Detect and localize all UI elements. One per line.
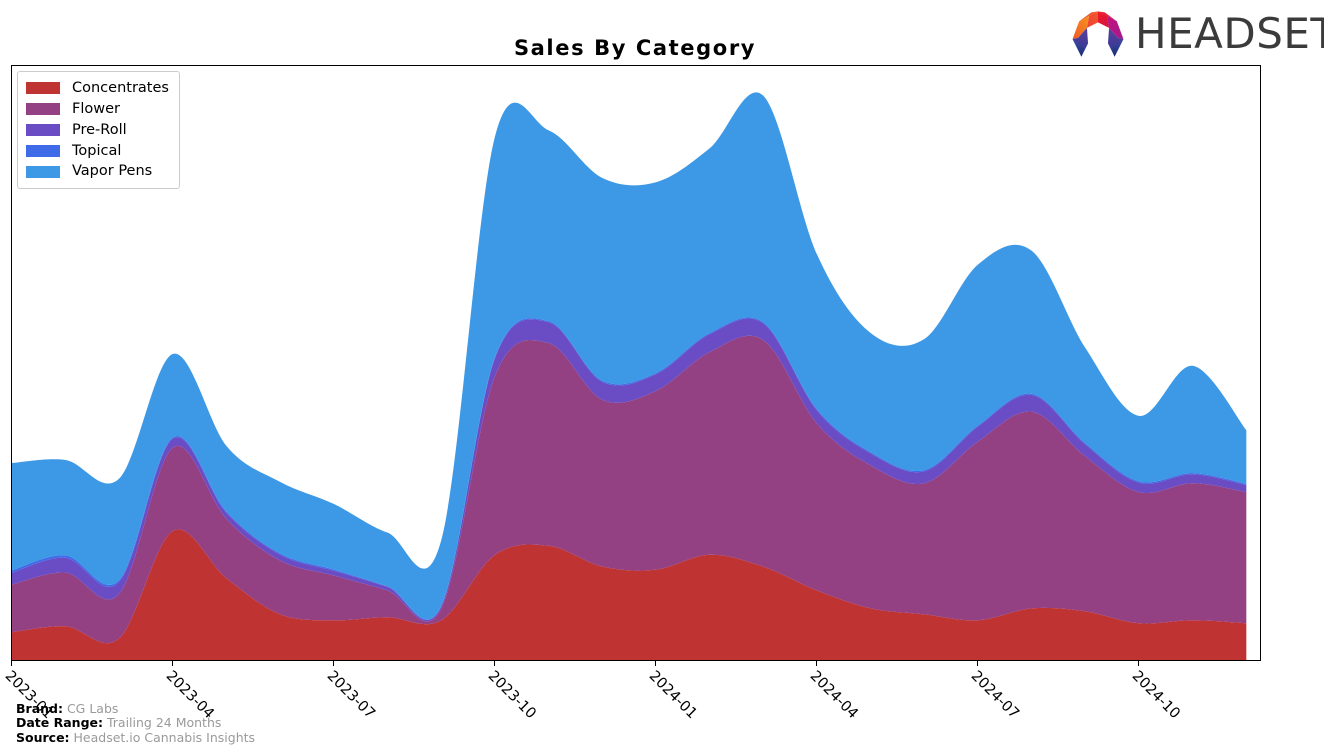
footer-key: Source: (16, 729, 70, 745)
x-axis-tick (494, 661, 495, 666)
footer-key: Date Range: (16, 715, 103, 731)
legend-item-label: Concentrates (72, 80, 169, 97)
chart-footer: Brand: CG Labs Date Range: Trailing 24 Mo… (16, 700, 256, 745)
x-axis-tick-label: 2023-07 (323, 668, 378, 723)
x-axis-tick (816, 661, 817, 666)
x-axis-tick (333, 661, 334, 666)
legend-item[interactable]: Topical (26, 140, 169, 161)
headset-gem-logo (1072, 11, 1124, 57)
x-axis-tick-label: 2024-07 (967, 668, 1022, 723)
legend-swatch-icon (26, 165, 60, 178)
chart-legend: Concentrates Flower Pre-Roll Topical Vapor P… (17, 71, 180, 189)
legend-item-label: Vapor Pens (72, 163, 153, 180)
legend-swatch-icon (26, 82, 60, 95)
x-axis-tick (1138, 661, 1139, 666)
plot-area: Concentrates Flower Pre-Roll Topical Vapor P… (11, 65, 1261, 661)
legend-swatch-icon (26, 144, 60, 157)
legend-item-label: Flower (72, 100, 120, 117)
legend-item-label: Pre-Roll (72, 121, 127, 138)
brand-wordmark: HEADSET (1135, 9, 1324, 58)
chart-page: Sales By Category HEADSET Concentrates F… (0, 0, 1324, 749)
footer-value: CG Labs (62, 700, 119, 716)
x-axis-tick (655, 661, 656, 666)
x-axis-tick (977, 661, 978, 666)
legend-item[interactable]: Flower (26, 99, 169, 120)
legend-swatch-icon (26, 123, 60, 136)
x-axis-tick (11, 661, 12, 666)
stacked-area-chart (12, 92, 1247, 660)
footer-value: Trailing 24 Months (103, 715, 222, 731)
x-axis-tick-label: 2024-01 (645, 668, 700, 723)
legend-item[interactable]: Concentrates (26, 78, 169, 99)
legend-swatch-icon (26, 103, 60, 116)
x-axis-tick-label: 2023-10 (484, 668, 539, 723)
legend-item[interactable]: Pre-Roll (26, 120, 169, 141)
footer-value: Headset.io Cannabis Insights (69, 729, 256, 745)
x-axis-tick-label: 2024-10 (1128, 668, 1183, 723)
brand-logo: HEADSET (1070, 8, 1324, 60)
legend-item-label: Topical (72, 142, 122, 159)
footer-row: Brand: CG Labs (16, 700, 255, 716)
x-axis-tick (172, 661, 173, 666)
footer-key: Brand: (16, 700, 63, 716)
x-axis-tick-label: 2024-04 (806, 668, 861, 723)
footer-row: Source: Headset.io Cannabis Insights (16, 729, 256, 745)
footer-row: Date Range: Trailing 24 Months (16, 715, 255, 731)
legend-item[interactable]: Vapor Pens (26, 161, 169, 182)
